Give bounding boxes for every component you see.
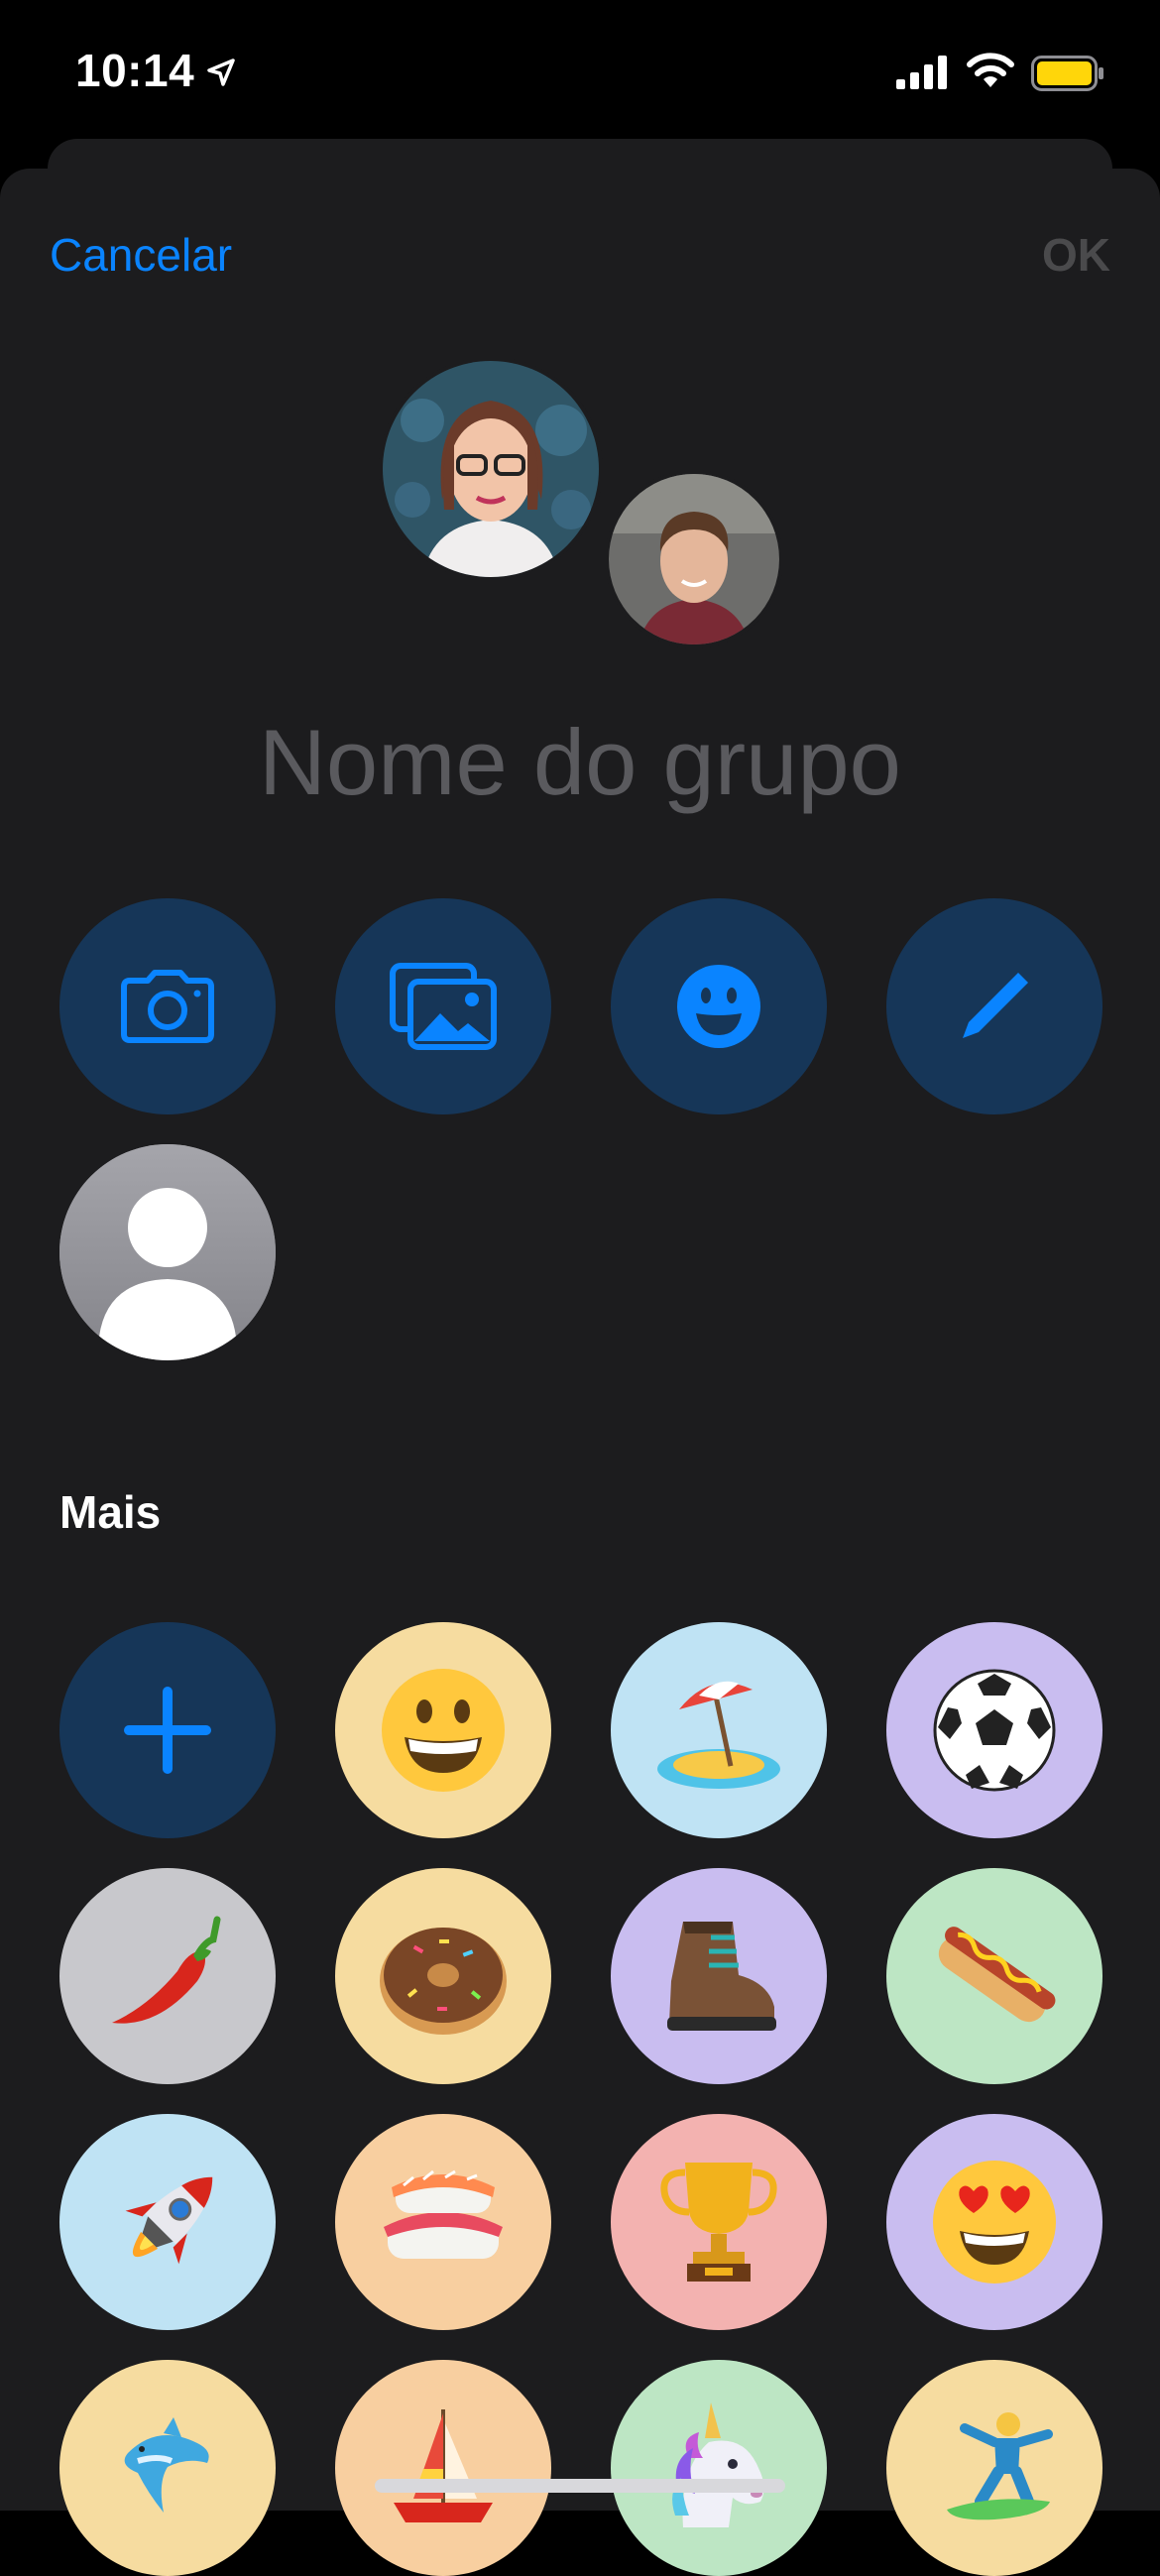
emoji-option-sailboat[interactable] bbox=[335, 2360, 551, 2576]
emoji-icon bbox=[677, 965, 760, 1048]
surfer-icon bbox=[947, 2412, 1053, 2520]
emoji-option-heart-eyes-face[interactable] bbox=[886, 2114, 1102, 2330]
hot-pepper-icon bbox=[112, 1916, 221, 2024]
member-avatar-1 bbox=[379, 357, 603, 581]
beach-umbrella-icon bbox=[657, 1681, 780, 1789]
pencil-icon bbox=[963, 973, 1028, 1038]
default-avatar-button[interactable] bbox=[59, 1144, 276, 1360]
member-avatar-2 bbox=[605, 470, 783, 648]
ok-button[interactable]: OK bbox=[1042, 228, 1110, 282]
battery-icon bbox=[1031, 56, 1103, 91]
status-bar: 10:14 bbox=[0, 0, 1160, 149]
unicorn-icon bbox=[672, 2402, 764, 2527]
draw-button[interactable] bbox=[886, 898, 1102, 1114]
emoji-option-hiking-boot[interactable] bbox=[611, 1868, 827, 2084]
more-section-title: Mais bbox=[59, 1486, 162, 1538]
status-time: 10:14 bbox=[75, 45, 195, 96]
rocket-icon bbox=[125, 2176, 213, 2265]
grinning-face-icon bbox=[382, 1669, 505, 1792]
emoji-option-doughnut[interactable] bbox=[335, 1868, 551, 2084]
camera-icon bbox=[121, 970, 214, 1043]
emoji-button[interactable] bbox=[611, 898, 827, 1114]
cancel-button[interactable]: Cancelar bbox=[50, 228, 232, 282]
add-emoji-button[interactable] bbox=[59, 1622, 276, 1838]
emoji-option-hot-pepper[interactable] bbox=[59, 1868, 276, 2084]
person-silhouette-icon bbox=[59, 1144, 276, 1360]
emoji-option-soccer-ball[interactable] bbox=[886, 1622, 1102, 1838]
emoji-option-hot-dog[interactable] bbox=[886, 1868, 1102, 2084]
cellular-signal-icon bbox=[896, 56, 947, 89]
location-arrow-icon bbox=[207, 59, 235, 86]
sushi-icon bbox=[384, 2169, 503, 2259]
heart-eyes-face-icon bbox=[933, 2161, 1056, 2283]
emoji-option-rocket[interactable] bbox=[59, 2114, 276, 2330]
plus-icon bbox=[124, 1687, 211, 1774]
group-edit-sheet: Cancelar OK Nome do grupo Mais bbox=[0, 169, 1160, 2576]
photos-icon bbox=[390, 963, 497, 1050]
emoji-option-sushi[interactable] bbox=[335, 2114, 551, 2330]
sailboat-icon bbox=[394, 2409, 493, 2522]
emoji-option-dolphin[interactable] bbox=[59, 2360, 276, 2576]
emoji-option-surfer[interactable] bbox=[886, 2360, 1102, 2576]
group-name-field[interactable]: Nome do grupo bbox=[0, 709, 1160, 816]
soccer-ball-icon bbox=[933, 1669, 1056, 1792]
emoji-option-grinning-face[interactable] bbox=[335, 1622, 551, 1838]
trophy-icon bbox=[660, 2163, 777, 2282]
emoji-option-trophy[interactable] bbox=[611, 2114, 827, 2330]
emoji-option-unicorn[interactable] bbox=[611, 2360, 827, 2576]
emoji-option-beach-umbrella[interactable] bbox=[611, 1622, 827, 1838]
hot-dog-icon bbox=[938, 1927, 1056, 2023]
dolphin-icon bbox=[124, 2417, 209, 2513]
camera-button[interactable] bbox=[59, 898, 276, 1114]
photo-library-button[interactable] bbox=[335, 898, 551, 1114]
home-indicator bbox=[375, 2479, 785, 2493]
doughnut-icon bbox=[380, 1928, 507, 2035]
hiking-boot-icon bbox=[667, 1922, 776, 2031]
wifi-icon bbox=[967, 53, 1014, 87]
